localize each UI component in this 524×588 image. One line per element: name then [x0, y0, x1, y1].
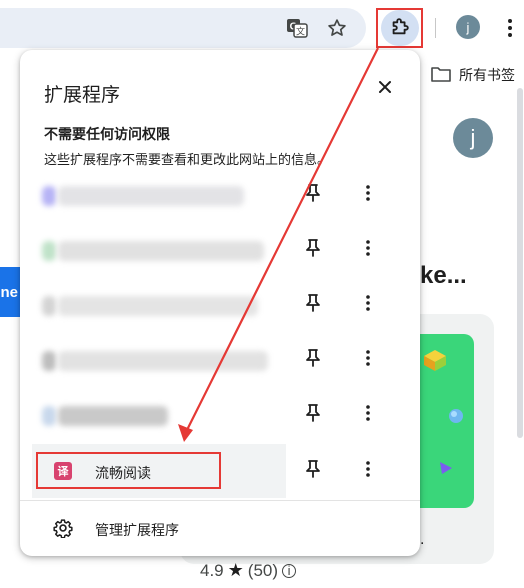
more-options-button[interactable] — [358, 292, 378, 318]
profile-avatar[interactable]: j — [456, 15, 480, 39]
more-options-button[interactable] — [358, 458, 378, 484]
more-options-button[interactable] — [358, 182, 378, 208]
page-dot: . — [420, 531, 425, 548]
more-options-button[interactable] — [358, 347, 378, 373]
close-icon — [378, 80, 392, 99]
pin-button[interactable] — [300, 458, 326, 484]
globe-icon — [449, 409, 463, 423]
more-vert-icon — [366, 349, 370, 371]
extension-row[interactable] — [20, 388, 420, 442]
extension-row[interactable] — [20, 333, 420, 387]
translate-icon[interactable]: G 文 — [283, 14, 311, 42]
triangle-icon — [440, 462, 452, 474]
pin-button[interactable] — [300, 182, 326, 208]
rating-count: (50) — [247, 560, 279, 580]
bookmarks-folder-label: 所有书签 — [459, 67, 515, 83]
kebab-menu-icon[interactable] — [500, 14, 520, 42]
svg-text:文: 文 — [296, 26, 305, 38]
blurred-extension-name — [58, 351, 268, 371]
pin-icon — [305, 183, 321, 207]
pin-button[interactable] — [300, 402, 326, 428]
pin-icon — [305, 348, 321, 372]
more-options-button[interactable] — [358, 237, 378, 263]
blurred-extension-icon — [42, 186, 56, 206]
blurred-extension-icon — [42, 296, 56, 316]
more-vert-icon — [366, 294, 370, 316]
extension-row[interactable] — [20, 223, 420, 277]
blurred-extension-icon — [42, 241, 56, 261]
info-icon[interactable]: i — [282, 563, 297, 578]
extensions-popup: 扩展程序 不需要任何访问权限 这些扩展程序不需要查看和更改此网站上的信息。 译 … — [20, 50, 420, 556]
blurred-extension-name — [58, 406, 168, 426]
blurred-extension-name — [58, 296, 258, 316]
folder-icon — [431, 66, 451, 85]
more-vert-icon — [366, 184, 370, 206]
more-options-button[interactable] — [358, 402, 378, 428]
bookmarks-folder-all[interactable]: 所有书签 — [431, 64, 515, 86]
pin-button[interactable] — [300, 237, 326, 263]
page-heading: ke... — [420, 262, 467, 289]
manage-extensions-button[interactable]: 管理扩展程序 — [20, 508, 420, 548]
rating-star-icon: ★ — [227, 560, 244, 580]
cube-icon — [424, 350, 446, 371]
pin-button[interactable] — [300, 347, 326, 373]
pin-button[interactable] — [300, 292, 326, 318]
browser-toolbar: G 文 j — [0, 0, 524, 56]
section-description: 这些扩展程序不需要查看和更改此网站上的信息。 — [44, 152, 331, 167]
extension-row[interactable] — [20, 168, 420, 222]
blurred-extension-name — [58, 186, 244, 206]
pin-icon — [305, 293, 321, 317]
gear-icon — [52, 517, 74, 539]
blurred-extension-name — [58, 241, 264, 261]
section-heading: 不需要任何访问权限 — [44, 126, 170, 142]
bookmark-star-icon[interactable] — [323, 14, 351, 42]
blurred-extension-icon — [42, 406, 56, 426]
pin-icon — [305, 403, 321, 427]
blurred-extension-icon — [42, 351, 56, 371]
page-profile-avatar[interactable]: j — [453, 118, 493, 158]
close-button[interactable] — [372, 76, 398, 102]
reader-extension-icon: 译 — [54, 462, 72, 480]
extension-row[interactable] — [20, 278, 420, 332]
popup-title: 扩展程序 — [44, 85, 121, 106]
reader-extension-name[interactable]: 流畅阅读 — [95, 463, 151, 483]
manage-extensions-label: 管理扩展程序 — [95, 522, 179, 538]
more-vert-icon — [366, 239, 370, 261]
address-bar[interactable] — [0, 8, 366, 48]
extensions-button[interactable] — [381, 10, 419, 46]
page-scrollbar[interactable] — [517, 88, 523, 438]
pin-icon — [305, 459, 321, 483]
more-vert-icon — [366, 404, 370, 426]
rating-value: 4.9 — [200, 560, 224, 580]
more-vert-icon — [366, 460, 370, 482]
popup-divider — [20, 500, 420, 501]
page-blue-button[interactable]: ne — [0, 267, 20, 317]
page-rating: 4.9 ★ (50) i — [200, 560, 297, 581]
pin-icon — [305, 238, 321, 262]
page-green-banner — [412, 334, 474, 508]
toolbar-divider — [435, 18, 436, 38]
extensions-puzzle-icon — [389, 15, 411, 42]
